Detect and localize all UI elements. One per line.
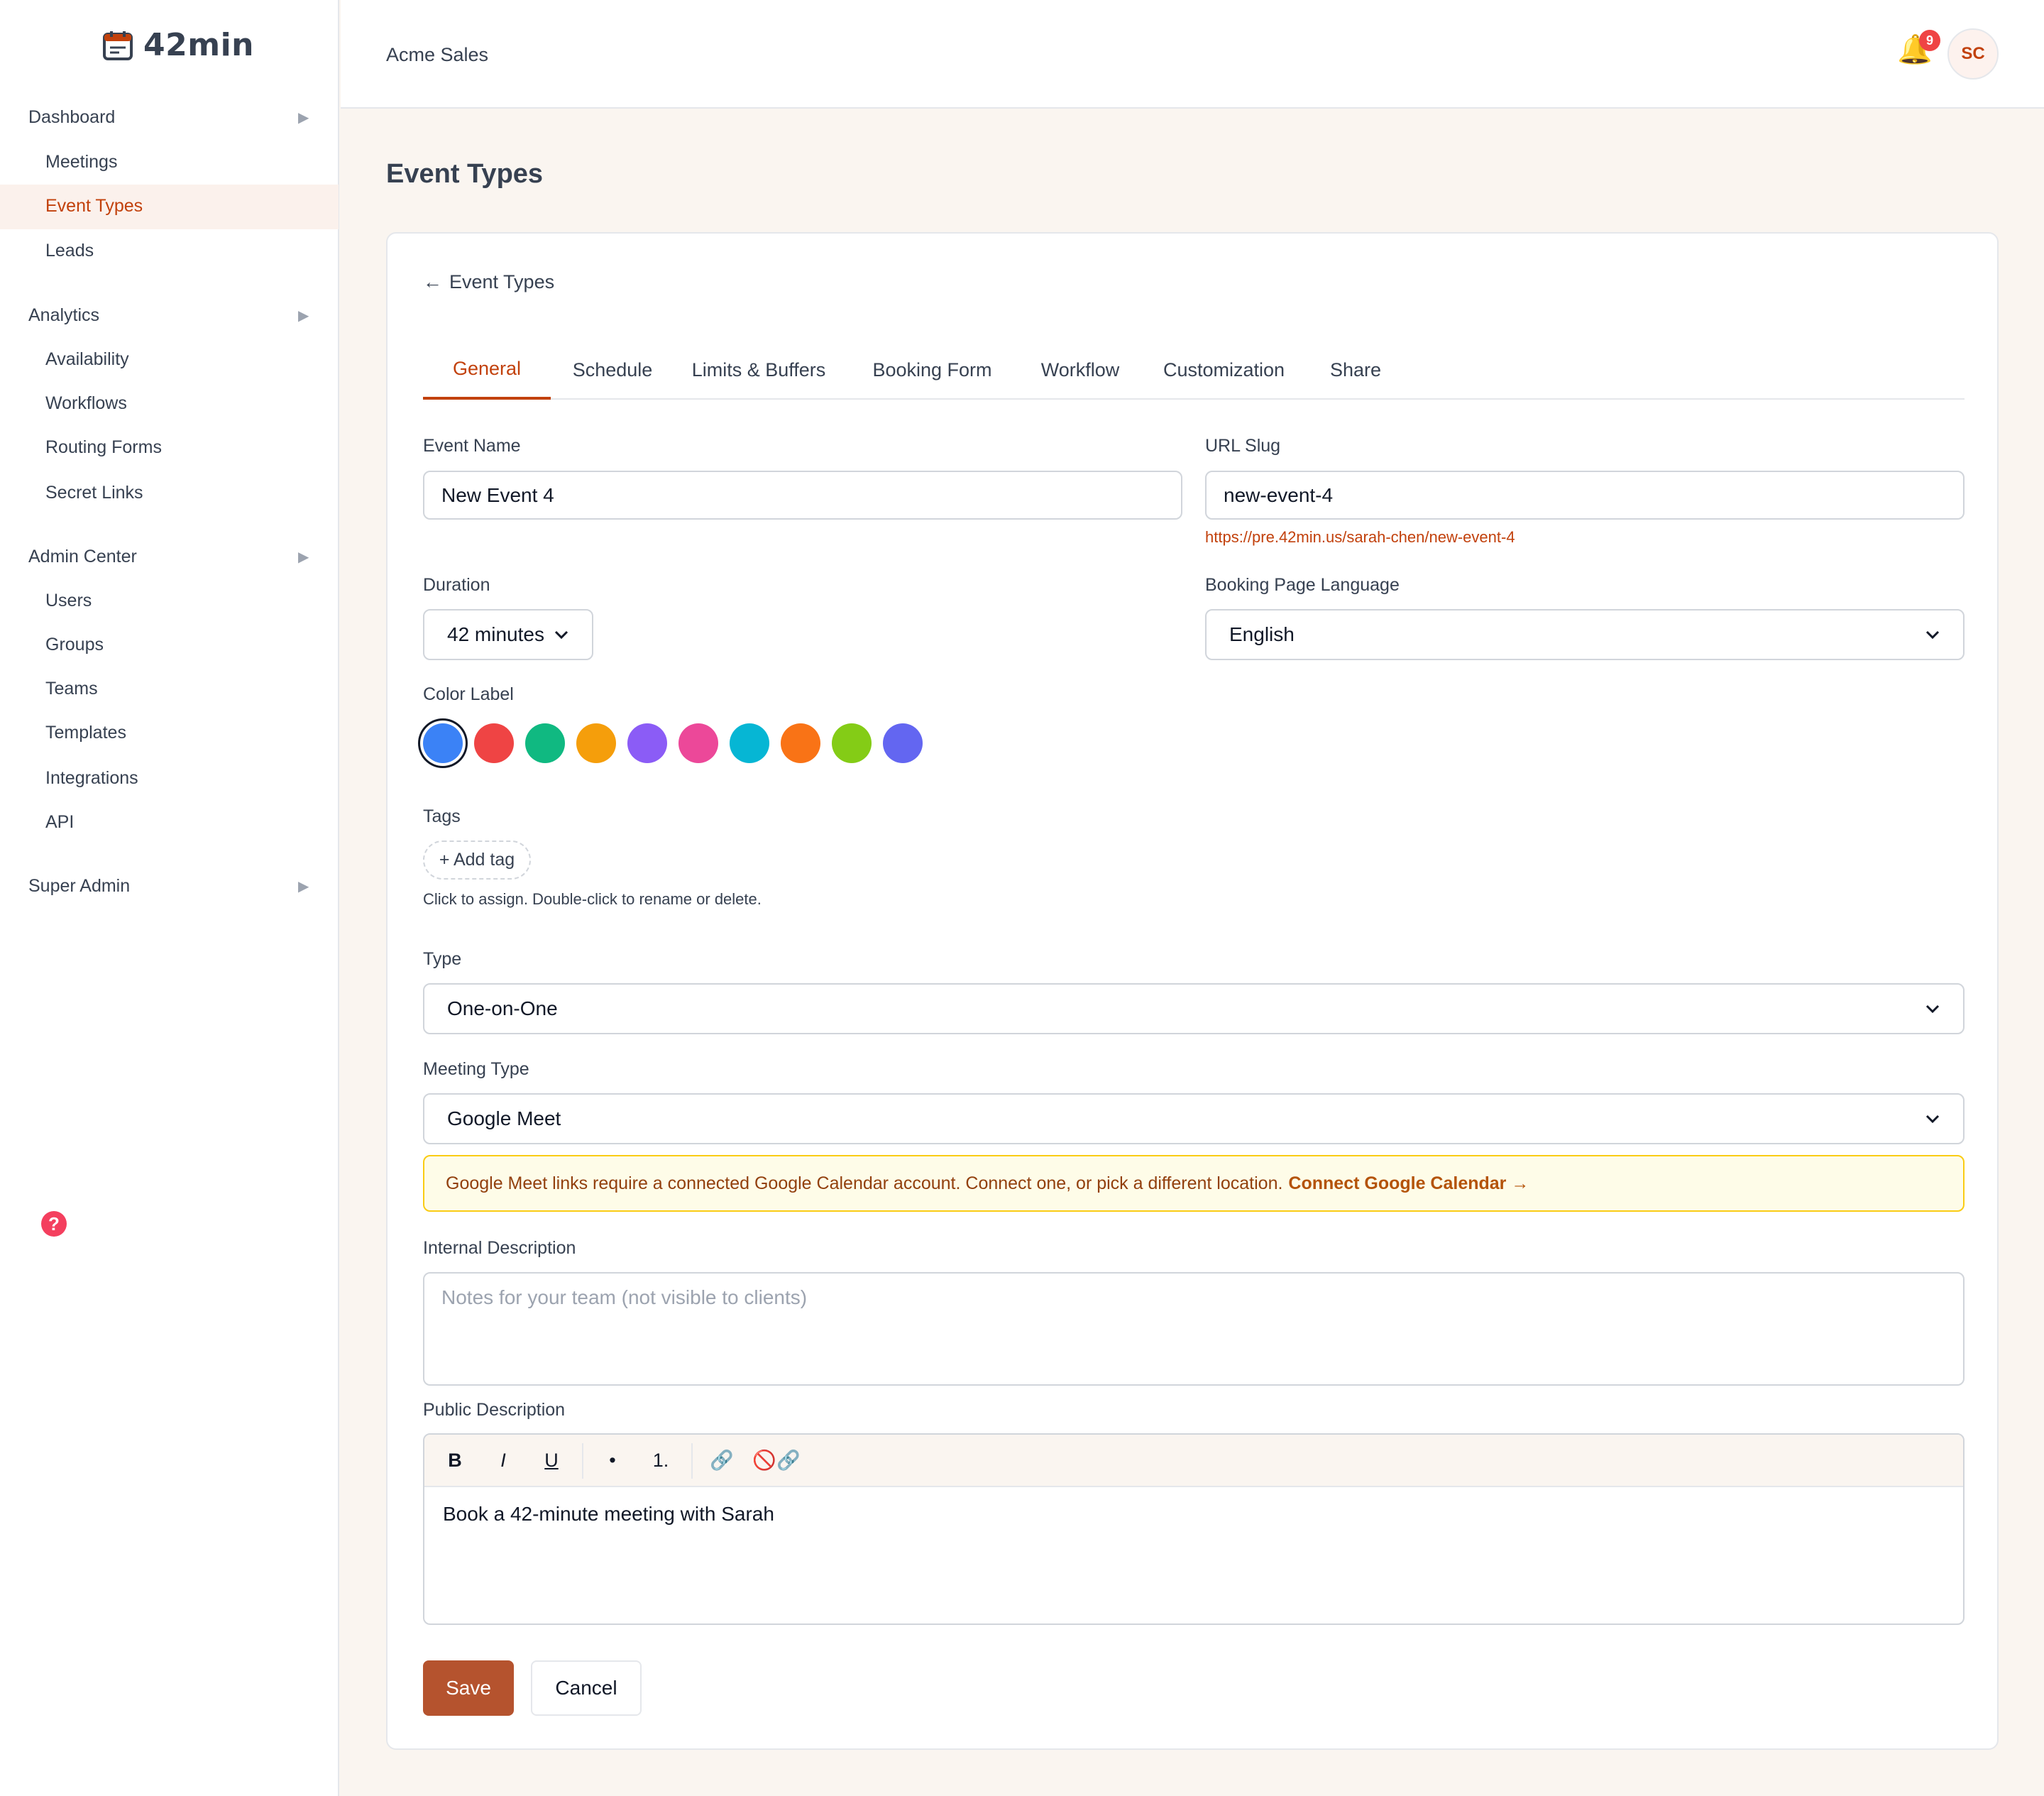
- url-slug-label: URL Slug: [1205, 436, 1281, 456]
- tab-limits-buffers[interactable]: Limits & Buffers: [677, 340, 840, 400]
- org-name[interactable]: Acme Sales: [386, 44, 488, 66]
- back-link-label: Event Types: [449, 271, 555, 292]
- chevron-down-icon: [554, 630, 568, 640]
- sidebar-item-teams[interactable]: Teams: [45, 679, 98, 699]
- meeting-type-value: Google Meet: [447, 1107, 561, 1129]
- tab-bar: General Schedule Limits & Buffers Bookin…: [423, 340, 1965, 400]
- public-description-label: Public Description: [423, 1400, 566, 1420]
- sidebar: 42min Dashboard ▶ Meetings Event Types L…: [0, 0, 339, 1796]
- sidebar-group-dashboard[interactable]: Dashboard: [28, 107, 115, 128]
- internal-description-label: Internal Description: [423, 1238, 576, 1258]
- calendar-icon: [103, 31, 133, 60]
- color-label-title: Color Label: [423, 684, 514, 704]
- sidebar-item-meetings[interactable]: Meetings: [45, 152, 117, 173]
- avatar[interactable]: SC: [1947, 28, 1999, 80]
- language-label: Booking Page Language: [1205, 575, 1400, 595]
- sidebar-item-workflows[interactable]: Workflows: [45, 393, 127, 414]
- color-swatch[interactable]: [781, 723, 820, 763]
- topbar: Acme Sales 🔔 9 SC: [341, 0, 2044, 109]
- meeting-type-label: Meeting Type: [423, 1059, 529, 1079]
- add-tag-button[interactable]: + Add tag: [423, 840, 531, 880]
- brand-logo[interactable]: 42min: [102, 27, 254, 63]
- sidebar-item-event-types[interactable]: Event Types: [45, 196, 143, 217]
- color-swatch[interactable]: [576, 723, 616, 763]
- type-value: One-on-One: [447, 997, 558, 1019]
- color-swatch[interactable]: [627, 723, 667, 763]
- duration-select[interactable]: 42 minutes: [423, 609, 593, 660]
- event-type-card: ← Event Types General Schedule Limits & …: [386, 232, 1999, 1750]
- color-swatch[interactable]: [474, 723, 514, 763]
- tags-hint: Click to assign. Double-click to rename …: [423, 890, 762, 908]
- warning-text: Google Meet links require a connected Go…: [446, 1173, 1283, 1193]
- sidebar-item-integrations[interactable]: Integrations: [45, 768, 138, 789]
- expand-arrow-icon[interactable]: ▶: [298, 548, 309, 566]
- link-icon[interactable]: 🔗: [700, 1435, 744, 1486]
- brand-name: 42min: [143, 27, 254, 63]
- sidebar-item-users[interactable]: Users: [45, 591, 92, 611]
- sidebar-item-api[interactable]: API: [45, 812, 74, 833]
- back-arrow-icon: ←: [423, 271, 442, 292]
- italic-button[interactable]: I: [481, 1435, 525, 1486]
- sidebar-group-admin-center[interactable]: Admin Center: [28, 547, 137, 567]
- expand-arrow-icon[interactable]: ▶: [298, 109, 309, 126]
- tab-schedule[interactable]: Schedule: [559, 340, 666, 400]
- chevron-down-icon: [1925, 1115, 1940, 1124]
- language-select[interactable]: English: [1205, 609, 1965, 660]
- unlink-icon[interactable]: 🚫🔗: [748, 1435, 805, 1486]
- tab-general[interactable]: General: [423, 340, 551, 400]
- bold-button[interactable]: B: [433, 1435, 477, 1486]
- tags-label: Tags: [423, 806, 461, 826]
- meeting-type-select[interactable]: Google Meet: [423, 1093, 1965, 1144]
- bullet-list-button[interactable]: •: [590, 1435, 634, 1486]
- url-slug-input[interactable]: new-event-4: [1205, 471, 1965, 520]
- color-swatch[interactable]: [423, 723, 463, 763]
- sidebar-item-groups[interactable]: Groups: [45, 635, 104, 655]
- tab-booking-form[interactable]: Booking Form: [852, 340, 1012, 400]
- help-icon[interactable]: ?: [41, 1211, 67, 1237]
- language-value: English: [1229, 623, 1295, 645]
- type-select[interactable]: One-on-One: [423, 983, 1965, 1034]
- back-link[interactable]: ← Event Types: [423, 271, 554, 293]
- sidebar-group-super-admin[interactable]: Super Admin: [28, 876, 130, 897]
- public-description-text[interactable]: Book a 42-minute meeting with Sarah: [443, 1503, 774, 1526]
- expand-arrow-icon[interactable]: ▶: [298, 877, 309, 895]
- event-name-label: Event Name: [423, 436, 521, 456]
- internal-description-input[interactable]: Notes for your team (not visible to clie…: [423, 1272, 1965, 1386]
- public-description-editor[interactable]: B I U • 1. 🔗 🚫🔗 Book a 42-minute meeting…: [423, 1433, 1965, 1625]
- tab-workflow[interactable]: Workflow: [1023, 340, 1137, 400]
- sidebar-item-leads[interactable]: Leads: [45, 241, 94, 261]
- color-swatch[interactable]: [730, 723, 769, 763]
- sidebar-group-analytics[interactable]: Analytics: [28, 305, 99, 326]
- duration-value: 42 minutes: [447, 623, 544, 645]
- color-swatch[interactable]: [678, 723, 718, 763]
- toolbar-divider: [691, 1443, 693, 1479]
- page-title: Event Types: [386, 159, 544, 189]
- tab-customization[interactable]: Customization: [1148, 340, 1300, 400]
- sidebar-item-secret-links[interactable]: Secret Links: [45, 483, 143, 503]
- tab-share[interactable]: Share: [1313, 340, 1398, 400]
- color-swatch[interactable]: [832, 723, 872, 763]
- calendar-warning: Google Meet links require a connected Go…: [423, 1155, 1965, 1212]
- sidebar-item-availability[interactable]: Availability: [45, 349, 129, 370]
- sidebar-item-templates[interactable]: Templates: [45, 723, 126, 743]
- numbered-list-button[interactable]: 1.: [639, 1435, 683, 1486]
- editor-toolbar: B I U • 1. 🔗 🚫🔗: [424, 1435, 1963, 1487]
- expand-arrow-icon[interactable]: ▶: [298, 307, 309, 324]
- sidebar-item-routing-forms[interactable]: Routing Forms: [45, 437, 162, 458]
- toolbar-divider: [582, 1443, 583, 1479]
- type-label: Type: [423, 949, 462, 969]
- booking-url-hint[interactable]: https://pre.42min.us/sarah-chen/new-even…: [1205, 528, 1515, 547]
- notification-badge: 9: [1919, 30, 1940, 51]
- color-swatch[interactable]: [525, 723, 565, 763]
- underline-button[interactable]: U: [529, 1435, 573, 1486]
- chevron-down-icon: [1925, 1004, 1940, 1014]
- connect-google-calendar-link[interactable]: Connect Google Calendar →: [1288, 1173, 1529, 1194]
- save-button[interactable]: Save: [423, 1660, 514, 1716]
- color-swatch[interactable]: [883, 723, 923, 763]
- chevron-down-icon: [1925, 630, 1940, 640]
- duration-label: Duration: [423, 575, 490, 595]
- event-name-input[interactable]: New Event 4: [423, 471, 1182, 520]
- cancel-button[interactable]: Cancel: [531, 1660, 642, 1716]
